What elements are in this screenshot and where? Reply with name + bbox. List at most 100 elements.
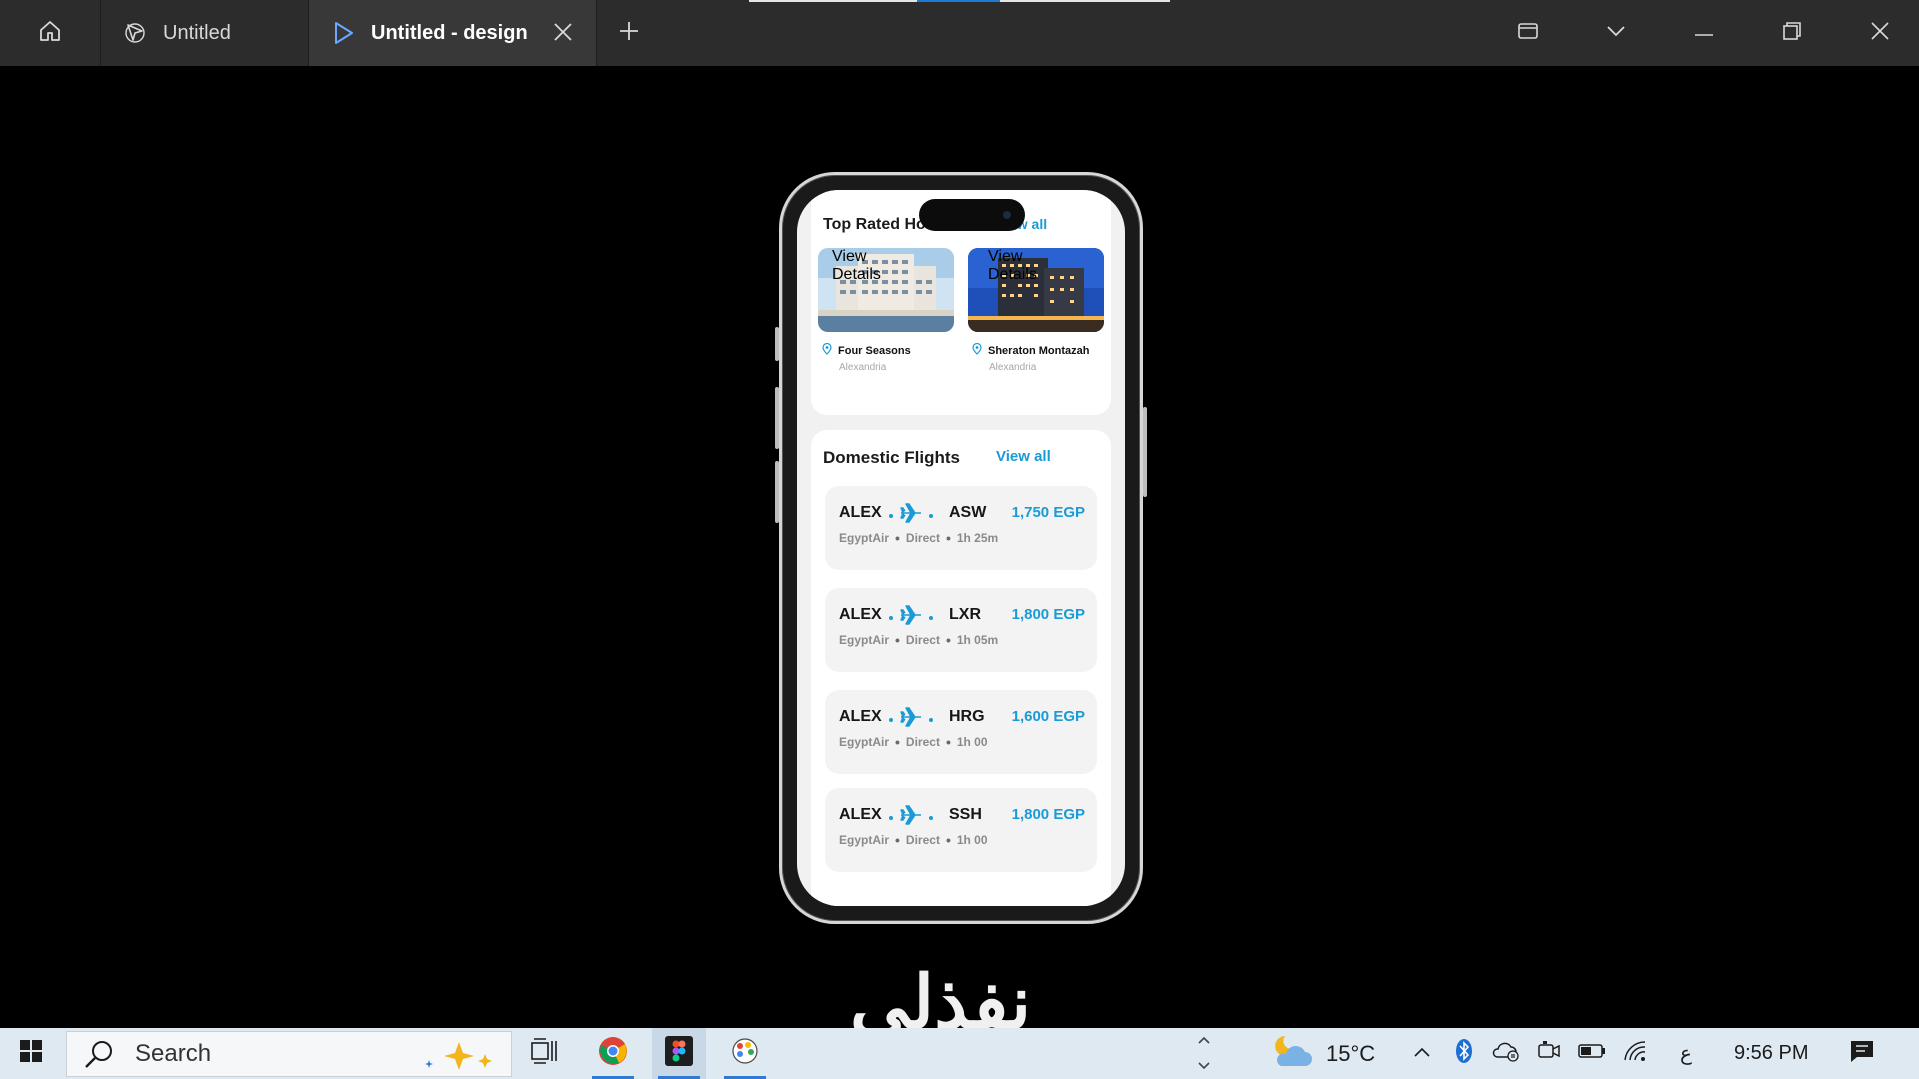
flight-airline: EgyptAir — [839, 633, 890, 647]
flight-duration: 1h 00 — [956, 833, 988, 847]
taskbar-chrome[interactable] — [586, 1028, 640, 1079]
flight-airline: EgyptAir — [839, 735, 890, 749]
flight-route-graphic — [889, 804, 933, 831]
weather-widget[interactable] — [1266, 1028, 1316, 1079]
search-placeholder: Search — [135, 1040, 212, 1067]
location-pin-icon — [822, 342, 832, 360]
flight-destination: LXR — [949, 606, 981, 623]
flight-type: Direct — [905, 833, 940, 847]
tab-label: Untitled - design — [371, 21, 528, 44]
task-view-icon — [530, 1038, 562, 1069]
flight-meta: EgyptAir • Direct • 1h 00 — [839, 734, 988, 750]
airplane-icon — [899, 706, 923, 733]
flight-price: 1,800 EGP — [1011, 606, 1085, 623]
taskbar: Search 15°C ع 9:56 PM — [0, 1028, 1919, 1079]
notification-icon — [1849, 1039, 1875, 1068]
flight-origin: ALEX — [839, 504, 882, 521]
flight-type: Direct — [905, 531, 940, 545]
tab-untitled[interactable]: Untitled — [101, 0, 309, 66]
new-tab-button[interactable] — [612, 16, 646, 50]
tab-label: Untitled — [163, 21, 231, 44]
weather-temperature[interactable]: 15°C — [1326, 1028, 1375, 1079]
flight-card[interactable]: ALEX SSH 1,800 EGP EgyptAir • Direct • 1… — [825, 788, 1097, 872]
flight-price: 1,600 EGP — [1011, 708, 1085, 725]
input-language-indicator[interactable]: ع — [1680, 1028, 1692, 1079]
wifi-icon — [1623, 1040, 1649, 1067]
taskbar-scroll[interactable] — [1190, 1028, 1218, 1079]
chrome-icon — [598, 1036, 628, 1071]
plus-icon — [618, 20, 640, 47]
flight-destination: SSH — [949, 806, 982, 823]
flight-destination: HRG — [949, 708, 985, 725]
flight-card[interactable]: ALEX ASW 1,750 EGP EgyptAir • Direct • 1… — [825, 486, 1097, 570]
phone-power-button — [1143, 407, 1147, 497]
flight-origin: ALEX — [839, 606, 882, 623]
flight-duration: 1h 25m — [956, 531, 999, 545]
flight-meta: EgyptAir • Direct • 1h 25m — [839, 530, 999, 546]
notifications-button[interactable] — [1842, 1028, 1882, 1079]
restore-icon — [1782, 21, 1802, 46]
domestic-flights-card: Domestic Flights View all ALEX ASW 1,750… — [811, 430, 1111, 906]
view-details-button[interactable]: View Details — [988, 248, 1068, 284]
airplane-icon — [899, 502, 923, 529]
battery-button[interactable] — [1574, 1028, 1610, 1079]
onedrive-button[interactable] — [1488, 1028, 1524, 1079]
windows-logo-icon — [19, 1039, 43, 1068]
taskbar-search-box[interactable]: Search — [66, 1031, 512, 1077]
view-details-button[interactable]: View Details — [832, 248, 912, 284]
flight-origin: ALEX — [839, 708, 882, 725]
phone-frame: Top Rated Hotels View all — [775, 172, 1147, 924]
task-view-button[interactable] — [518, 1028, 574, 1079]
close-window-button[interactable] — [1836, 0, 1919, 66]
loading-bar — [749, 0, 1170, 2]
flight-card[interactable]: ALEX HRG 1,600 EGP EgyptAir • Direct • 1… — [825, 690, 1097, 774]
close-icon — [1870, 21, 1890, 46]
hotel-name: Sheraton Montazah — [988, 345, 1090, 357]
paint-palette-icon — [730, 1036, 760, 1071]
minimize-button[interactable] — [1660, 0, 1748, 66]
home-icon — [38, 19, 62, 48]
video-camera-icon — [1537, 1039, 1561, 1068]
flight-price: 1,800 EGP — [1011, 806, 1085, 823]
tabs-dropdown-button[interactable] — [1572, 0, 1660, 66]
search-icon — [83, 1038, 115, 1070]
play-icon — [331, 20, 355, 46]
chevron-down-icon — [1605, 24, 1627, 43]
flight-meta: EgyptAir • Direct • 1h 00 — [839, 832, 988, 848]
taskbar-paint-app[interactable] — [718, 1028, 772, 1079]
flights-view-all-link[interactable]: View all — [996, 448, 1051, 465]
hotel-name: Four Seasons — [838, 345, 911, 357]
flight-meta: EgyptAir • Direct • 1h 05m — [839, 632, 999, 648]
wifi-button[interactable] — [1618, 1028, 1654, 1079]
flight-origin: ALEX — [839, 806, 882, 823]
flights-section-title: Domestic Flights — [823, 448, 960, 467]
flight-route-graphic — [889, 604, 933, 631]
figma-icon — [665, 1036, 693, 1071]
figma-file-icon — [123, 21, 147, 45]
partly-cloudy-moon-icon — [1269, 1032, 1313, 1075]
title-bar: Untitled Untitled - design — [0, 0, 1919, 66]
minimize-icon — [1694, 24, 1714, 42]
flight-card[interactable]: ALEX LXR 1,800 EGP EgyptAir • Direct • 1… — [825, 588, 1097, 672]
clock[interactable]: 9:56 PM — [1734, 1028, 1808, 1079]
panel-icon — [1517, 21, 1539, 46]
flight-type: Direct — [905, 633, 940, 647]
tab-untitled-design[interactable]: Untitled - design — [309, 0, 597, 66]
flight-price: 1,750 EGP — [1011, 504, 1085, 521]
flight-duration: 1h 05m — [956, 633, 999, 647]
flight-destination: ASW — [949, 504, 987, 521]
phone-volume-up — [775, 387, 779, 449]
chevron-up-icon — [1413, 1045, 1431, 1063]
camera-button[interactable] — [1532, 1028, 1566, 1079]
flight-airline: EgyptAir — [839, 833, 890, 847]
start-button[interactable] — [0, 1028, 62, 1079]
airplane-icon — [899, 804, 923, 831]
close-tab-icon[interactable] — [552, 21, 574, 43]
taskbar-figma[interactable] — [652, 1028, 706, 1079]
tray-overflow-button[interactable] — [1408, 1028, 1436, 1079]
home-button[interactable] — [0, 0, 101, 66]
flight-duration: 1h 00 — [956, 735, 988, 749]
bluetooth-button[interactable] — [1450, 1028, 1478, 1079]
panel-toggle-button[interactable] — [1484, 0, 1572, 66]
restore-button[interactable] — [1748, 0, 1836, 66]
